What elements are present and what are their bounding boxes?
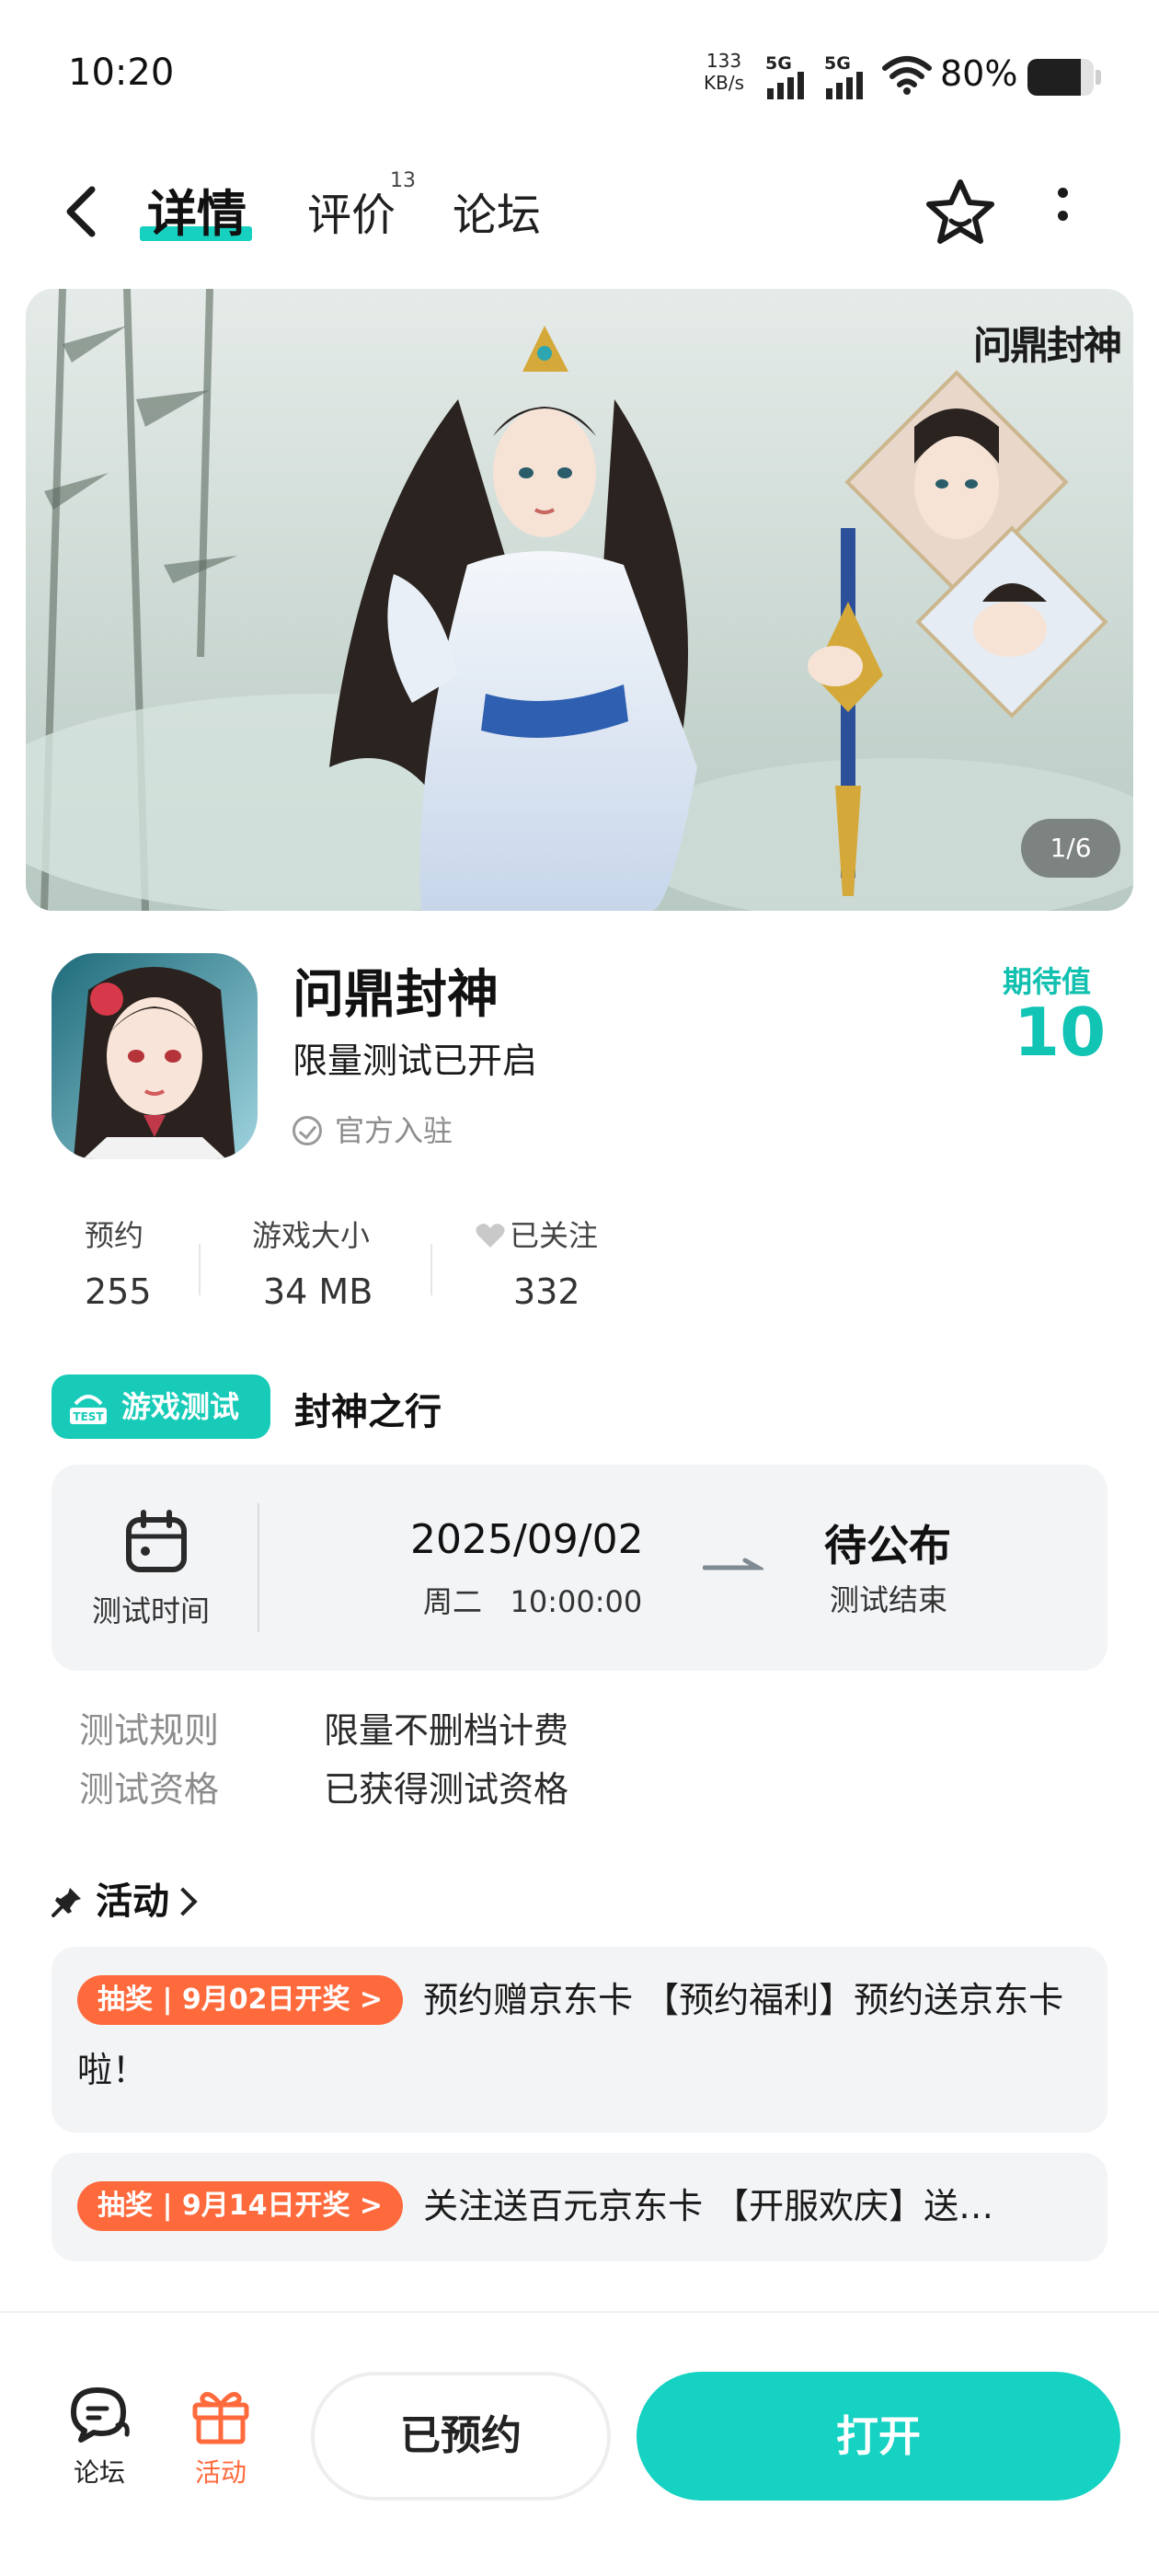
stat-divider [199,1244,201,1295]
game-test-badge: TEST 游戏测试 [52,1374,270,1439]
bottom-action-bar: 论坛 活动 已预约 打开 [0,2311,1159,2576]
test-start-weekday: 周二 [423,1584,483,1619]
test-end-status: 待公布 [824,1521,951,1570]
test-start-weekday-time: 周二 10:00:00 [423,1579,642,1621]
test-event-title: 封神之行 [294,1391,442,1433]
status-time: 10:20 [68,52,175,94]
game-subtitle: 限量测试已开启 [293,1041,538,1081]
gift-icon [192,2391,249,2444]
forum-chat-icon [71,2387,130,2443]
tab-forum[interactable]: 论坛 [453,178,541,243]
hero-artwork [26,289,1133,911]
stat-label: 预约 [85,1218,144,1253]
tab-review[interactable]: 评价 [307,178,396,243]
stat-divider [430,1244,432,1295]
bottom-activity-label: 活动 [194,2457,247,2488]
activity-text: 关注送百元京东卡 【开服欢庆】送… [423,2186,994,2226]
network-speed-value: 133 [706,50,742,72]
official-verified: 官方入驻 [293,1108,453,1150]
lottery-tag: 抽奖 | 9月02日开奖 > [77,1975,404,2025]
test-rule-key: 测试规则 [79,1710,220,1751]
game-app-icon [52,953,258,1159]
activities-title: 活动 [96,1880,169,1923]
test-schedule-card: 测试时间 2025/09/02 周二 10:00:00 待公布 测试结束 [52,1465,1107,1671]
stat-reservations: 预约 255 [85,1213,152,1312]
test-rule-row: 测试规则 限量不删档计费 [79,1702,568,1753]
bottom-activity-button[interactable]: 活动 [175,2385,267,2490]
test-end-label: 测试结束 [830,1582,948,1617]
stat-value: 332 [513,1271,580,1312]
back-arrow-icon[interactable] [57,182,109,241]
test-rule-value: 限量不删档计费 [324,1710,569,1751]
stat-followers[interactable]: 已关注 332 [475,1213,598,1312]
network-speed-unit: KB/s [704,72,744,94]
test-icon: TEST [70,1395,107,1424]
favorite-star-icon[interactable] [924,175,997,248]
check-circle-icon [293,1116,322,1145]
reserved-button[interactable]: 已预约 [311,2372,611,2501]
battery-tip [1096,70,1101,85]
status-bar: 10:20 133 KB/s 5G 5G 80% [0,0,1159,138]
stat-value: 255 [85,1271,152,1312]
pin-icon [52,1888,81,1917]
more-options-icon[interactable] [1054,188,1068,234]
stat-label: 已关注 [510,1218,599,1253]
signal-type-label: 5G [765,53,792,74]
network-speed: 133 KB/s [701,50,747,94]
test-start-time: 10:00:00 [510,1584,643,1619]
review-count-badge: 13 [390,169,416,192]
heart-icon [476,1224,505,1248]
activity-card[interactable]: 抽奖 | 9月14日开奖 > 关注送百元京东卡 【开服欢庆】送… [52,2153,1107,2261]
arrow-right-icon [703,1558,763,1570]
calendar-icon [126,1510,187,1572]
test-rule-value: 已获得测试资格 [324,1769,569,1810]
tab-detail[interactable]: 详情 [147,173,247,246]
test-qualification-row: 测试资格 已获得测试资格 [79,1761,568,1811]
activities-header[interactable]: 活动 [52,1871,198,1925]
carousel-counter: 1/6 [1021,819,1120,878]
wifi-icon [882,56,932,95]
test-start-date: 2025/09/02 [410,1516,644,1563]
hero-game-logo: 问鼎封神 [972,323,1122,368]
battery-percent: 80% [940,53,1018,94]
bottom-forum-label: 论坛 [73,2457,125,2488]
lottery-tag: 抽奖 | 9月14日开奖 > [77,2181,404,2231]
official-label: 官方入驻 [335,1113,453,1148]
chevron-right-icon [168,1887,198,1916]
stat-label-row: 已关注 [475,1213,598,1255]
svg-text:TEST: TEST [73,1410,104,1423]
stat-game-size: 游戏大小 34 MB [252,1213,373,1312]
hero-banner[interactable]: 问鼎封神 1/6 [26,289,1133,911]
open-game-button[interactable]: 打开 [637,2372,1120,2501]
battery-icon [1027,59,1094,96]
bottom-forum-button[interactable]: 论坛 [53,2385,145,2490]
expectation-value: 10 [1014,994,1107,1071]
battery-fill [1027,59,1081,96]
stat-value: 34 MB [263,1271,373,1312]
test-time-label: 测试时间 [92,1593,211,1628]
activity-text-block: 抽奖 | 9月02日开奖 > 预约赠京东卡 【预约福利】预约送京东卡啦！ [77,1965,1080,2105]
card-divider [258,1503,259,1632]
activity-text-block: 抽奖 | 9月14日开奖 > 关注送百元京东卡 【开服欢庆】送… [77,2171,1080,2241]
game-title: 问鼎封神 [293,964,499,1025]
test-rule-key: 测试资格 [79,1769,220,1810]
stat-label: 游戏大小 [252,1218,371,1253]
test-badge-label: 游戏测试 [121,1389,240,1424]
signal-type-label: 5G [824,53,851,74]
activity-card[interactable]: 抽奖 | 9月02日开奖 > 预约赠京东卡 【预约福利】预约送京东卡啦！ [52,1947,1107,2133]
